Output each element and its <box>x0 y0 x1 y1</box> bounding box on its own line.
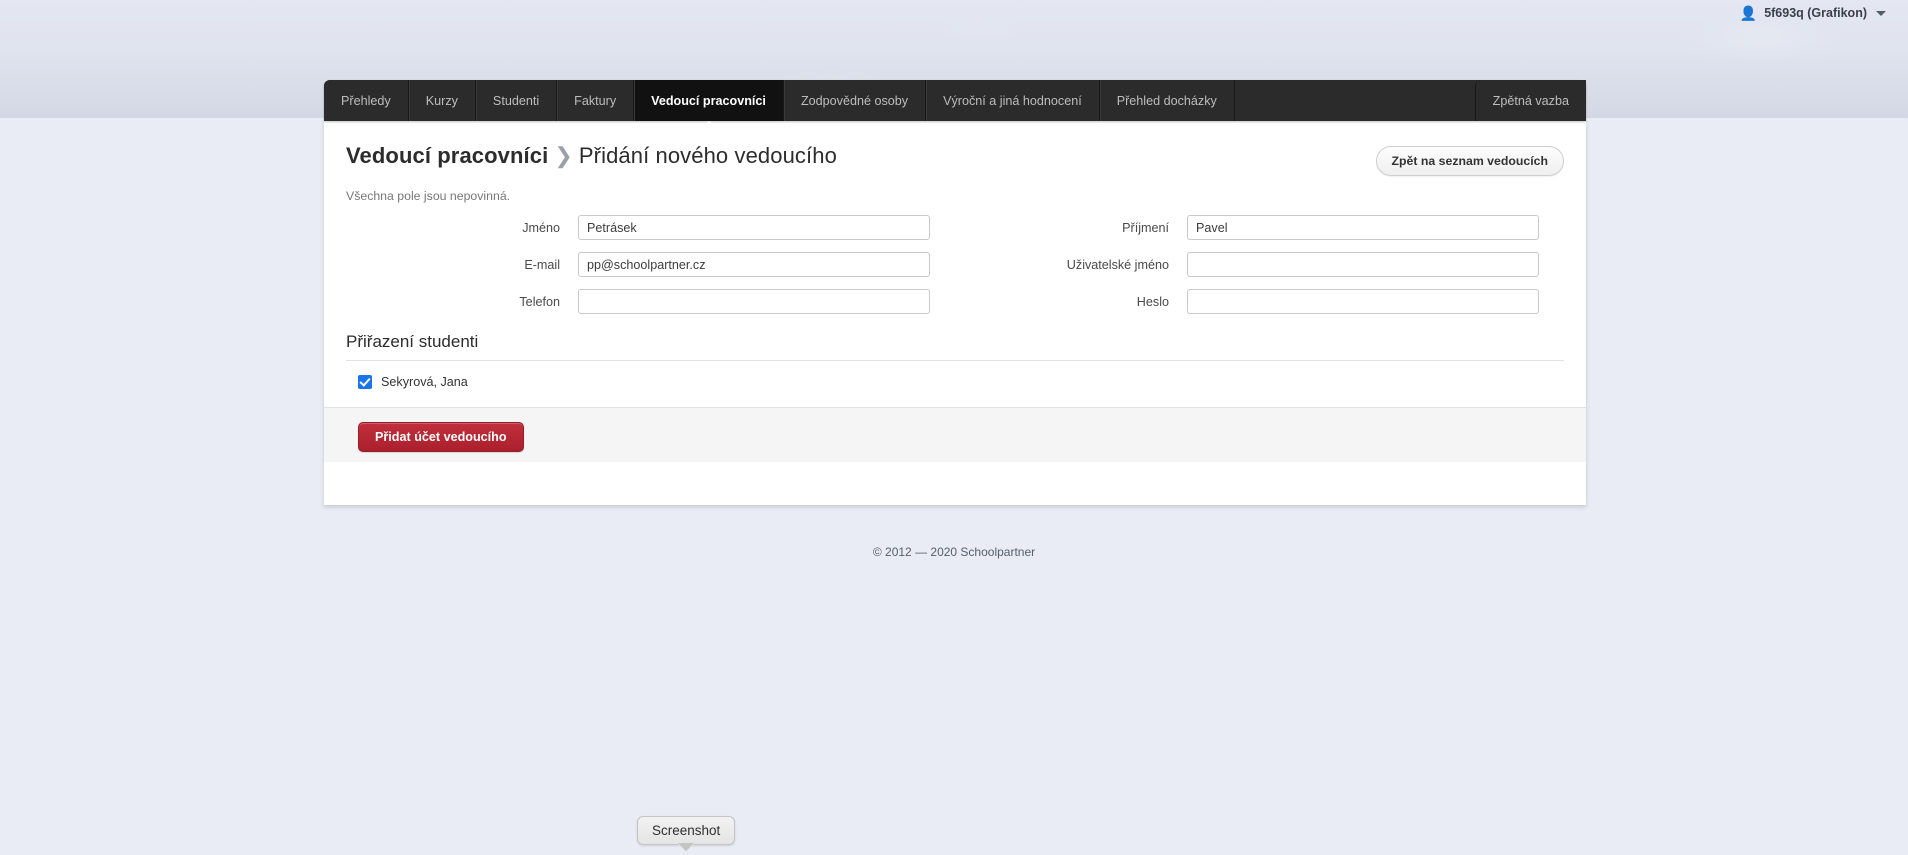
email-input[interactable] <box>578 252 930 277</box>
student-list-item[interactable]: Sekyrová, Jana <box>346 361 1564 389</box>
field-label: Jméno <box>522 220 560 235</box>
breadcrumb-parent[interactable]: Vedoucí pracovníci <box>346 143 548 168</box>
nav-item-studenti[interactable]: Studenti <box>475 80 558 121</box>
nav-item-kurzy[interactable]: Kurzy <box>408 80 476 121</box>
field-heslo: Heslo <box>955 289 1564 314</box>
content-panel: Vedoucí pracovníci ❯ Přidání nového vedouc… <box>324 121 1586 505</box>
nav-right-items: Zpětná vazba <box>1474 80 1586 121</box>
active-tab-caret-icon <box>699 121 718 130</box>
nav-item-zpetna-vazba[interactable]: Zpětná vazba <box>1474 80 1586 121</box>
prijmeni-input[interactable] <box>1187 215 1539 240</box>
field-label: Uživatelské jméno <box>1066 257 1169 272</box>
screenshot-tooltip-label: Screenshot <box>652 823 721 838</box>
back-to-list-button[interactable]: Zpět na seznam vedoucích <box>1375 146 1564 176</box>
field-prijmeni: Příjmení <box>955 215 1564 240</box>
nav-item-vyrocni-hodnoceni[interactable]: Výroční a jiná hodnocení <box>926 80 1100 121</box>
username-input[interactable] <box>1187 252 1539 277</box>
heslo-input[interactable] <box>1187 289 1539 314</box>
nav-label: Faktury <box>574 93 617 108</box>
leader-form: Jméno Příjmení E-mail Uživatelské jméno <box>346 215 1564 314</box>
breadcrumb: Vedoucí pracovníci ❯ Přidání nového vedouc… <box>346 143 837 169</box>
add-leader-account-button[interactable]: Přidat účet vedoucího <box>358 422 524 452</box>
person-icon: 👤 <box>1739 5 1758 21</box>
nav-label: Výroční a jiná hodnocení <box>943 93 1082 108</box>
main-navigation: Přehledy Kurzy Studenti Faktury Vedoucí … <box>324 80 1586 130</box>
user-menu[interactable]: 👤 5f693q (Grafikon) <box>1740 0 1886 26</box>
nav-label: Přehled docházky <box>1116 93 1217 108</box>
nav-label: Zodpovědné osoby <box>800 93 909 108</box>
field-label: Telefon <box>519 294 560 309</box>
nav-label: Kurzy <box>425 93 458 108</box>
form-action-bar: Přidat účet vedoucího <box>324 407 1586 462</box>
field-telefon: Telefon <box>346 289 955 314</box>
jmeno-input[interactable] <box>578 215 930 240</box>
nav-item-vedouci-pracovnici[interactable]: Vedoucí pracovníci <box>634 80 784 130</box>
nav-item-prehledy[interactable]: Přehledy <box>324 80 409 121</box>
page-header: Vedoucí pracovníci ❯ Přidání nového vedouc… <box>346 143 1564 176</box>
nav-item-faktury[interactable]: Faktury <box>557 80 635 121</box>
telefon-input[interactable] <box>578 289 930 314</box>
field-label: E-mail <box>524 257 560 272</box>
footer-copyright: © 2012 — 2020 Schoolpartner <box>872 545 1036 559</box>
field-label: Příjmení <box>1122 220 1169 235</box>
screenshot-tooltip: Screenshot <box>637 816 736 852</box>
field-uzivatelske-jmeno: Uživatelské jméno <box>955 252 1564 277</box>
student-name: Sekyrová, Jana <box>381 375 468 389</box>
nav-label: Přehledy <box>341 93 391 108</box>
nav-item-zodpovedne-osoby[interactable]: Zodpovědné osoby <box>783 80 927 121</box>
field-email: E-mail <box>346 252 955 277</box>
nav-label: Zpětná vazba <box>1492 93 1569 108</box>
assigned-students-title: Přiřazení studenti <box>346 332 1564 361</box>
chevron-down-icon <box>1876 10 1886 16</box>
tooltip-tail-icon <box>678 843 695 852</box>
form-row: E-mail Uživatelské jméno <box>346 252 1564 277</box>
nav-items: Přehledy Kurzy Studenti Faktury Vedoucí … <box>324 80 1235 130</box>
nav-spacer <box>1234 80 1475 121</box>
form-hint: Všechna pole jsou nepovinná. <box>346 189 511 203</box>
student-checkbox[interactable] <box>358 375 372 389</box>
breadcrumb-separator-icon: ❯ <box>554 143 573 168</box>
form-row: Jméno Příjmení <box>346 215 1564 240</box>
field-label: Heslo <box>1136 294 1169 309</box>
page-title: Přidání nového vedoucího <box>578 143 837 168</box>
nav-item-prehled-dochazky[interactable]: Přehled docházky <box>1099 80 1235 121</box>
nav-label: Vedoucí pracovníci <box>651 93 766 108</box>
user-menu-label: 5f693q (Grafikon) <box>1764 6 1867 20</box>
field-jmeno: Jméno <box>346 215 955 240</box>
nav-label: Studenti <box>492 93 540 108</box>
form-row: Telefon Heslo <box>346 289 1564 314</box>
